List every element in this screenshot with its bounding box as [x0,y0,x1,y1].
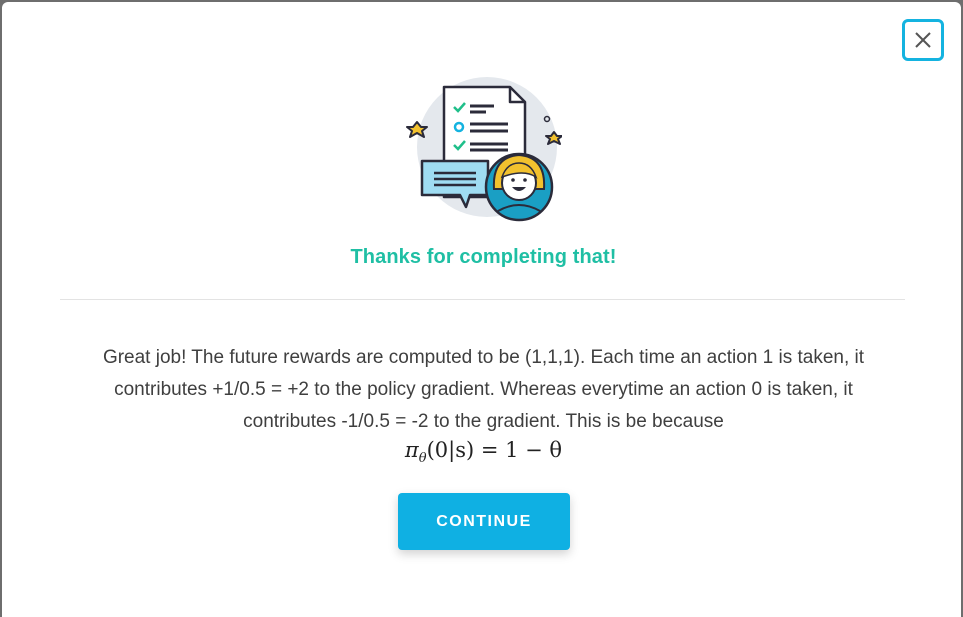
policy-formula: πθ(0|s) = 1 − θ [2,438,963,466]
page-title: Thanks for completing that! [350,246,617,268]
checklist-illustration [406,77,562,222]
continue-button[interactable]: CONTINUE [398,493,570,550]
formula-args: (0|s) = 1 − θ [426,438,563,462]
completion-modal: Thanks for completing that! Great job! T… [2,2,961,617]
close-icon [915,32,931,48]
formula-pi: π [404,438,419,462]
close-button[interactable] [902,19,944,61]
feedback-message: Great job! The future rewards are comput… [102,347,865,432]
divider [60,299,905,300]
formula-theta-subscript: θ [418,451,427,467]
